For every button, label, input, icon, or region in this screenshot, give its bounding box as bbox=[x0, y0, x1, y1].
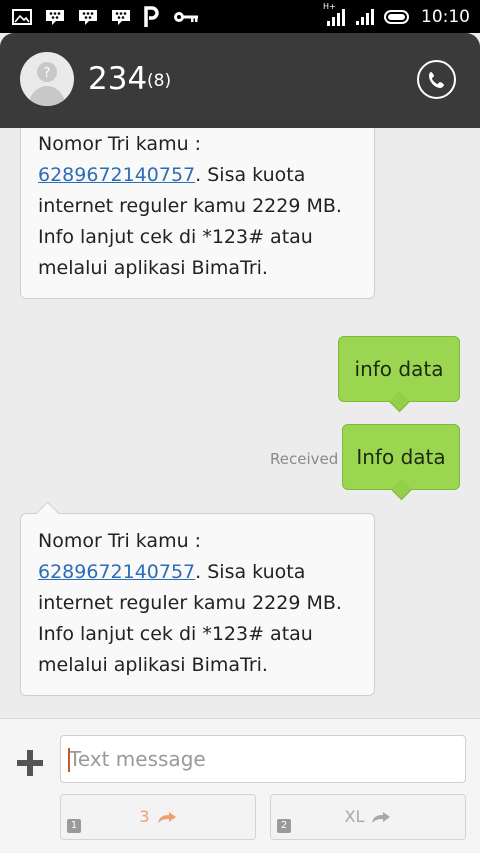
phone-number-link[interactable]: 6289672140757 bbox=[38, 164, 195, 186]
hplus-signal-icon: H+ bbox=[323, 2, 346, 27]
message-text: Nomor Tri kamu : bbox=[38, 530, 202, 552]
incoming-message-bubble[interactable]: Nomor Tri kamu : 6289672140757. Sisa kuo… bbox=[20, 128, 375, 299]
key-icon bbox=[173, 10, 199, 24]
network-type-label: H+ bbox=[323, 2, 336, 11]
call-button[interactable] bbox=[417, 60, 456, 99]
send-arrow-icon bbox=[157, 811, 176, 823]
send-label: XL bbox=[344, 807, 365, 826]
delivery-status: Received bbox=[270, 450, 339, 468]
message-text: Info data bbox=[356, 445, 446, 469]
phone-number-link[interactable]: 6289672140757 bbox=[38, 561, 195, 583]
blackberry-icon bbox=[45, 7, 65, 27]
attach-button[interactable] bbox=[14, 747, 46, 779]
message-text: info data bbox=[354, 357, 444, 381]
send-sim2-button[interactable]: 2 XL bbox=[270, 794, 466, 840]
send-label: 3 bbox=[139, 807, 150, 826]
send-arrow-icon bbox=[372, 811, 391, 823]
incoming-message-bubble[interactable]: Nomor Tri kamu : 6289672140757. Sisa kuo… bbox=[20, 501, 375, 696]
text-cursor bbox=[68, 748, 70, 772]
message-text: Nomor Tri kamu : bbox=[38, 133, 202, 155]
phone-icon bbox=[428, 71, 444, 88]
message-composer: 1 3 2 XL bbox=[0, 718, 480, 853]
message-list[interactable]: Nomor Tri kamu : 6289672140757. Sisa kuo… bbox=[0, 128, 480, 718]
outgoing-message-bubble[interactable]: info data bbox=[338, 336, 460, 413]
p-letter-icon bbox=[144, 6, 160, 28]
plus-icon bbox=[17, 750, 43, 776]
contact-name: 234 bbox=[88, 61, 148, 97]
status-time: 10:10 bbox=[421, 7, 470, 27]
outgoing-message-bubble[interactable]: Info data bbox=[342, 424, 460, 501]
send-sim1-button[interactable]: 1 3 bbox=[60, 794, 256, 840]
contact-avatar[interactable]: ? bbox=[20, 52, 74, 106]
blackberry-icon bbox=[78, 7, 98, 27]
message-input[interactable] bbox=[60, 735, 466, 783]
signal-bars-icon bbox=[355, 8, 375, 26]
conversation-header: ? 234 (8) bbox=[0, 33, 480, 128]
message-count: (8) bbox=[147, 71, 172, 91]
svg-text:?: ? bbox=[44, 66, 51, 81]
status-bar: H+ 10:10 bbox=[0, 0, 480, 33]
image-icon bbox=[12, 9, 32, 25]
battery-icon bbox=[384, 9, 412, 25]
avatar-placeholder-icon: ? bbox=[28, 62, 66, 106]
blackberry-icon bbox=[111, 7, 131, 27]
